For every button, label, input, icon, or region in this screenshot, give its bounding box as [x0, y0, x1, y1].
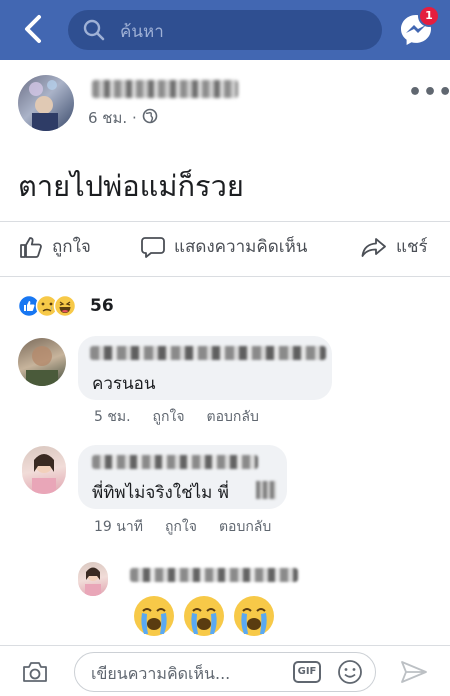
comment-like-link[interactable]: ถูกใจ: [165, 516, 197, 538]
post-meta: 6 ชม. ·: [88, 106, 137, 130]
haha-icon: [53, 294, 77, 318]
gif-button[interactable]: GIF: [293, 661, 321, 683]
commenter-name-blurred[interactable]: [90, 346, 326, 360]
crying-face-icon: [184, 596, 224, 636]
emoji-icon[interactable]: [337, 659, 363, 685]
divider: [0, 276, 450, 277]
share-icon: [361, 237, 386, 257]
share-label: แชร์: [396, 237, 428, 257]
comment-composer: เขียนความคิดเห็น... GIF: [0, 645, 450, 696]
comment-time: 5 ชม.: [94, 409, 131, 425]
comment-meta: 19 นาที ถูกใจ ตอบกลับ: [94, 516, 271, 538]
emoji-comment: [132, 594, 276, 638]
search-input[interactable]: ค้นหา: [68, 10, 382, 50]
author-avatar[interactable]: [18, 75, 74, 131]
comment-button[interactable]: แสดงความคิดเห็น: [140, 233, 307, 260]
commenter-avatar-image: [32, 454, 56, 494]
send-icon[interactable]: [400, 660, 428, 684]
crying-face-icon: [234, 596, 274, 636]
comment-time: 19 นาที: [94, 519, 143, 535]
top-bar: ค้นหา 1: [0, 0, 450, 60]
crying-face-icon: [134, 596, 174, 636]
comment-label: แสดงความคิดเห็น: [174, 237, 308, 257]
post-separator: ·: [131, 109, 137, 127]
author-avatar-image: [29, 80, 58, 131]
comment-icon: [141, 236, 165, 258]
comment-input-placeholder: เขียนความคิดเห็น...: [91, 664, 231, 683]
share-button[interactable]: แชร์: [360, 233, 428, 260]
post-time: 6 ชม.: [88, 109, 128, 127]
comment-reply-link[interactable]: ตอบกลับ: [219, 516, 271, 538]
commenter-name-blurred[interactable]: [92, 455, 258, 469]
comment-input[interactable]: เขียนความคิดเห็น... GIF: [74, 652, 376, 692]
comment-like-link[interactable]: ถูกใจ: [153, 406, 185, 428]
commenter-name-blurred[interactable]: [130, 568, 298, 582]
post-actions: ถูกใจ แสดงความคิดเห็น แชร์: [0, 225, 450, 275]
comment-bubble[interactable]: ควรนอน: [78, 336, 332, 400]
more-options-icon[interactable]: •••: [408, 80, 450, 105]
globe-icon: [142, 108, 158, 124]
divider: [0, 221, 450, 222]
commenter-avatar[interactable]: [18, 338, 66, 386]
search-placeholder: ค้นหา: [120, 22, 164, 42]
comment-text: พี่ทิพไม่จริงใช่ไม พี่: [92, 483, 229, 503]
search-icon: [83, 19, 105, 41]
reaction-icons[interactable]: [18, 294, 88, 318]
comment-meta: 5 ชม. ถูกใจ ตอบกลับ: [94, 406, 259, 428]
comment-bubble[interactable]: พี่ทิพไม่จริงใช่ไม พี่: [78, 445, 287, 509]
commenter-avatar-image: [26, 346, 58, 386]
like-button[interactable]: ถูกใจ: [18, 233, 91, 260]
camera-icon[interactable]: [22, 661, 48, 683]
like-label: ถูกใจ: [52, 237, 91, 257]
commenter-avatar[interactable]: [78, 562, 108, 596]
commenter-avatar-image: [85, 567, 101, 596]
comment-reply-link[interactable]: ตอบกลับ: [207, 406, 259, 428]
thumbs-up-icon: [20, 236, 42, 258]
reaction-count[interactable]: 56: [90, 296, 114, 316]
comment-text: ควรนอน: [92, 374, 156, 394]
messenger-badge: 1: [418, 5, 440, 27]
author-name-blurred[interactable]: [92, 80, 238, 98]
back-arrow-icon[interactable]: [18, 12, 52, 46]
post-text: ตายไปพ่อแม่ก็รวย: [18, 169, 244, 203]
redacted-name-blurred: [256, 481, 276, 499]
commenter-avatar[interactable]: [22, 446, 66, 494]
